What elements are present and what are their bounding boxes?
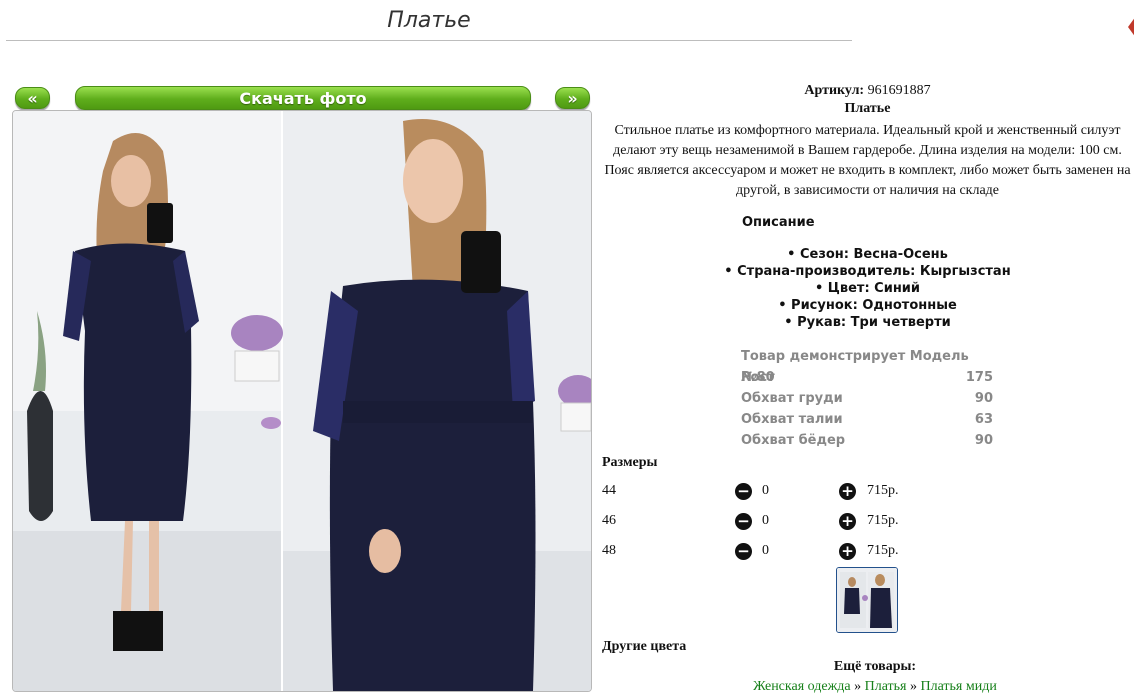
more-goods-heading: Ещё товары: (833, 659, 917, 674)
dress-photo-illustration (13, 111, 591, 691)
size-label: 48 (602, 543, 616, 558)
size-price: 715р. (867, 483, 899, 498)
feature-item: • Рисунок: Однотонные (778, 298, 957, 313)
model-row-label: Обхват талии (741, 412, 843, 427)
article-line: Артикул: 961691887 (600, 83, 1134, 99)
decrease-qty-icon[interactable]: − (735, 543, 752, 560)
qty-value: 0 (762, 483, 769, 498)
color-variant-thumbnail[interactable] (836, 567, 898, 633)
sizes-heading: Размеры (602, 455, 658, 470)
description-heading: Описание (742, 215, 815, 230)
model-row: Рост 175 (741, 367, 993, 388)
next-photo-button[interactable]: » (555, 87, 590, 109)
page-title: Платье (387, 8, 471, 33)
size-row: 48 − 0 + 715р. (602, 541, 1022, 563)
size-price: 715р. (867, 543, 899, 558)
increase-qty-icon[interactable]: + (839, 543, 856, 560)
feature-list: • Сезон: Весна-Осень • Страна-производит… (600, 246, 1134, 331)
breadcrumb-separator: » (854, 679, 862, 694)
model-heading: Товар демонстрирует Модель №80 (741, 346, 993, 385)
model-row: Обхват груди 90 (741, 388, 993, 409)
breadcrumb-link[interactable]: Платья (865, 679, 907, 694)
qty-value: 0 (762, 543, 769, 558)
size-price: 715р. (867, 513, 899, 528)
corner-decoration-icon (1128, 18, 1134, 36)
article-label: Артикул: (804, 83, 865, 98)
feature-item: • Рукав: Три четверти (784, 315, 951, 330)
increase-qty-icon[interactable]: + (839, 513, 856, 530)
increase-qty-icon[interactable]: + (839, 483, 856, 500)
breadcrumb-link[interactable]: Женская одежда (753, 679, 850, 694)
breadcrumb-separator: » (909, 679, 917, 694)
model-row-label: Обхват груди (741, 391, 843, 406)
size-label: 44 (602, 483, 616, 498)
product-photo[interactable] (12, 110, 592, 692)
model-measurements: Товар демонстрирует Модель №80 Рост 175 О… (741, 346, 993, 451)
qty-value: 0 (762, 513, 769, 528)
size-row: 44 − 0 + 715р. (602, 481, 1022, 503)
model-row-value: 90 (974, 391, 993, 406)
breadcrumb-link[interactable]: Платья миди (920, 679, 996, 694)
other-colors-heading: Другие цвета (602, 639, 687, 654)
model-row-value: 90 (974, 433, 993, 448)
model-row: Обхват бёдер 90 (741, 430, 993, 451)
model-row-value: 63 (974, 412, 993, 427)
model-row-value: 175 (965, 370, 993, 385)
feature-item: • Страна-производитель: Кыргызстан (724, 264, 1011, 279)
model-heading-text: Товар демонстрирует Модель №80 (741, 349, 969, 385)
product-description: Стильное платье из комфортного материала… (604, 123, 1131, 198)
article-value: 961691887 (867, 83, 931, 98)
size-row: 46 − 0 + 715р. (602, 511, 1022, 533)
download-photo-button[interactable]: Скачать фото (75, 86, 531, 110)
decrease-qty-icon[interactable]: − (735, 513, 752, 530)
feature-item: • Сезон: Весна-Осень (787, 247, 948, 262)
model-row-label: Рост (741, 370, 775, 385)
feature-item: • Цвет: Синий (814, 281, 921, 296)
size-label: 46 (602, 513, 616, 528)
prev-photo-button[interactable]: « (15, 87, 50, 109)
thumbnail-image (837, 568, 897, 632)
model-row: Обхват талии 63 (741, 409, 993, 430)
product-name: Платье (844, 101, 891, 116)
breadcrumb: Женская одежда » Платья » Платья миди (600, 679, 1134, 695)
decrease-qty-icon[interactable]: − (735, 483, 752, 500)
title-divider (6, 40, 852, 41)
model-row-label: Обхват бёдер (741, 433, 846, 448)
